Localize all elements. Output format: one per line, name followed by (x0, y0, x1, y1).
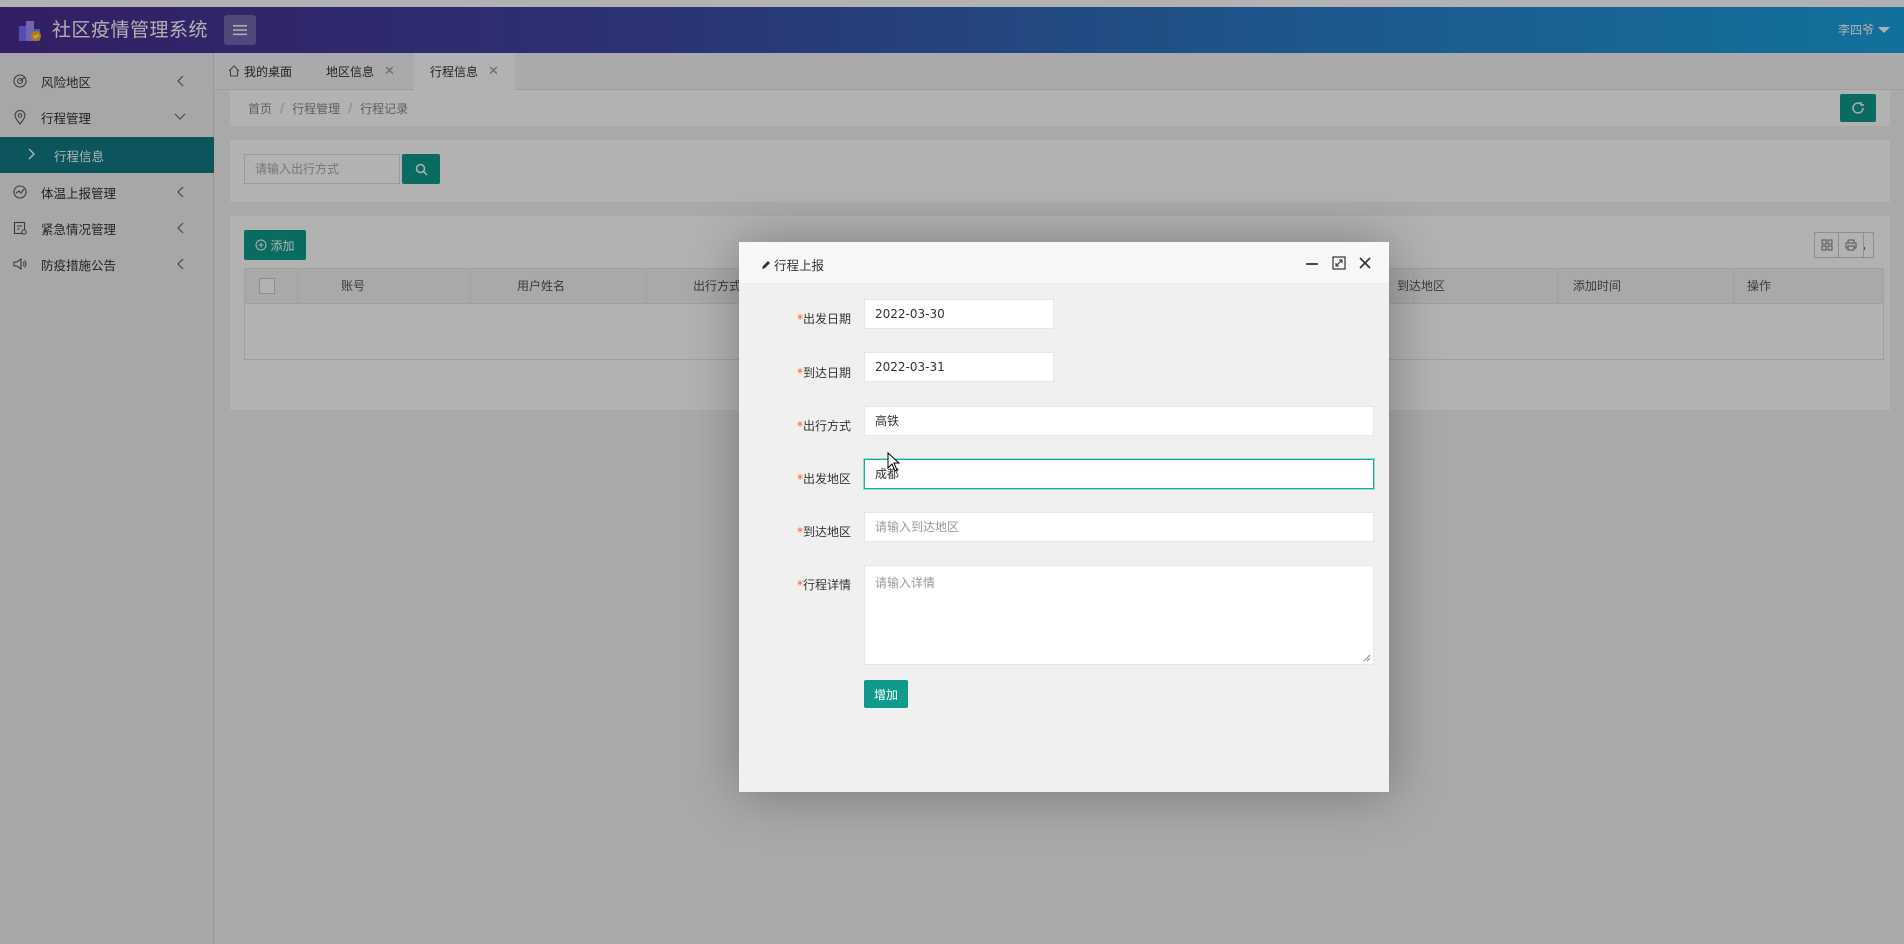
mouse-cursor-icon (887, 452, 901, 472)
departure-date-input[interactable]: 2022-03-30 (864, 299, 1054, 329)
itinerary-report-dialog: 行程上报 *出发日期 2022-03-30 *到达日期 2022-03-31 *… (739, 242, 1389, 792)
departure-region-input[interactable]: 成都 (864, 459, 1374, 489)
maximize-icon[interactable] (1331, 255, 1347, 271)
travel-mode-label: *出行方式 (796, 419, 851, 433)
departure-region-label: *出发地区 (796, 472, 851, 486)
travel-mode-input[interactable]: 高铁 (864, 406, 1374, 436)
dialog-title: 行程上报 (761, 255, 824, 274)
dialog-title-text: 行程上报 (774, 258, 825, 273)
resize-grip-icon[interactable] (1363, 654, 1371, 662)
trip-details-label: *行程详情 (796, 578, 851, 592)
departure-date-label: *出发日期 (796, 312, 851, 326)
pencil-icon (762, 260, 770, 269)
arrival-date-input[interactable]: 2022-03-31 (864, 352, 1054, 382)
close-icon[interactable] (1357, 255, 1373, 271)
textarea-placeholder: 请输入详情 (875, 576, 936, 590)
trip-details-textarea[interactable]: 请输入详情 (864, 565, 1374, 665)
minimize-icon[interactable] (1304, 255, 1320, 271)
arrival-region-label: *到达地区 (796, 525, 851, 539)
arrival-date-label: *到达日期 (796, 366, 851, 380)
dialog-header: 行程上报 (739, 242, 1389, 284)
arrival-region-input[interactable]: 请输入到达地区 (864, 512, 1374, 542)
submit-button[interactable]: 增加 (864, 680, 908, 708)
